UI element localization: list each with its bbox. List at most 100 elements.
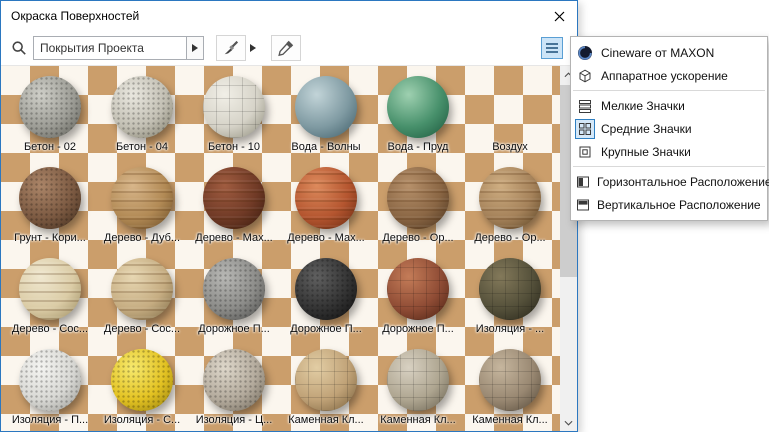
material-sphere (387, 76, 449, 138)
material-sphere (203, 167, 265, 229)
material-sphere (479, 258, 541, 320)
menu-item-medium-icons[interactable]: Средние Значки (571, 117, 767, 140)
material-label: Бетон - 02 (23, 141, 77, 153)
material-item[interactable]: Дерево - Дуб... (96, 163, 188, 254)
material-label: Каменная Кл... (288, 414, 364, 426)
brush-dropdown-button[interactable] (247, 36, 259, 60)
material-item[interactable]: Грунт - Кори... (4, 163, 96, 254)
material-item[interactable]: Бетон - 02 (4, 72, 96, 163)
material-sphere (387, 258, 449, 320)
material-label: Дорожное П... (382, 323, 454, 335)
material-sphere (295, 258, 357, 320)
scroll-down-button[interactable] (560, 414, 577, 431)
small-icons-icon (575, 96, 595, 116)
material-label: Вода - Волны (291, 141, 361, 153)
material-label: Каменная Кл... (380, 414, 456, 426)
material-label: Каменная Кл... (472, 414, 548, 426)
material-sphere (479, 349, 541, 411)
menu-item-cineware[interactable]: Cineware от MAXON (571, 41, 767, 64)
material-label: Дерево - Ор... (474, 232, 546, 244)
material-item[interactable]: Изоляция - П... (4, 345, 96, 431)
menu-item-large-icons[interactable]: Крупные Значки (571, 140, 767, 163)
material-item[interactable]: Дерево - Ор... (464, 163, 556, 254)
menu-item-label: Cineware от MAXON (601, 45, 715, 60)
combo-dropdown-button[interactable] (186, 37, 203, 59)
material-item[interactable]: Изоляция - ... (464, 254, 556, 345)
material-label: Изоляция - Ц... (195, 414, 273, 426)
material-sphere (295, 76, 357, 138)
hardware-acceleration-icon (575, 66, 595, 86)
menu-item-hardware-acceleration[interactable]: Аппаратное ускорение (571, 64, 767, 87)
settings-menu-button[interactable] (541, 37, 563, 59)
menu-separator (573, 166, 765, 167)
large-icons-icon (575, 142, 595, 162)
horizontal-layout-icon (575, 172, 591, 192)
context-menu: Cineware от MAXON Аппаратное ускорение Мел… (570, 36, 769, 221)
material-label: Дерево - Ор... (382, 232, 454, 244)
material-item[interactable]: Дерево - Сос... (4, 254, 96, 345)
material-item[interactable]: Дерево - Ор... (372, 163, 464, 254)
material-sphere (387, 167, 449, 229)
material-sphere (387, 349, 449, 411)
cineware-icon (575, 43, 595, 63)
menu-item-label: Крупные Значки (601, 144, 691, 159)
paint-brush-button[interactable] (216, 35, 246, 61)
material-sphere (479, 76, 541, 138)
material-label: Изоляция - П... (11, 414, 89, 426)
material-sphere (19, 258, 81, 320)
material-sphere (479, 167, 541, 229)
material-item[interactable]: Изоляция - Ц... (188, 345, 280, 431)
material-sphere (111, 349, 173, 411)
material-sphere (203, 258, 265, 320)
right-triangle-icon (250, 44, 256, 52)
material-sphere (111, 258, 173, 320)
material-label: Бетон - 04 (115, 141, 169, 153)
material-item[interactable]: Дорожное П... (188, 254, 280, 345)
material-item[interactable]: Воздух (464, 72, 556, 163)
menu-separator (573, 90, 765, 91)
material-item[interactable]: Вода - Пруд (372, 72, 464, 163)
eyedropper-button[interactable] (271, 35, 301, 61)
material-sphere (19, 167, 81, 229)
material-sphere (203, 349, 265, 411)
material-label: Дерево - Мах... (287, 232, 365, 244)
search-input[interactable] (34, 37, 186, 59)
material-item[interactable]: Дорожное П... (280, 254, 372, 345)
material-item[interactable]: Каменная Кл... (280, 345, 372, 431)
material-item[interactable]: Бетон - 04 (96, 72, 188, 163)
material-item[interactable]: Изоляция - С... (96, 345, 188, 431)
menu-item-small-icons[interactable]: Мелкие Значки (571, 94, 767, 117)
materials-grid: Бетон - 02 Бетон - 04 Бетон - 10 Вода - Вол… (1, 66, 560, 431)
material-item[interactable]: Каменная Кл... (464, 345, 556, 431)
material-item[interactable]: Вода - Волны (280, 72, 372, 163)
material-label: Дерево - Сос... (103, 323, 181, 335)
material-sphere (295, 167, 357, 229)
content-area: Бетон - 02 Бетон - 04 Бетон - 10 Вода - Вол… (1, 65, 577, 431)
vertical-layout-icon (575, 195, 591, 215)
close-button[interactable] (541, 1, 577, 31)
material-label: Изоляция - ... (475, 323, 545, 335)
menu-lines-icon (546, 43, 558, 53)
page-title: Окраска Поверхностей (11, 9, 140, 23)
material-label: Воздух (492, 141, 528, 153)
material-item[interactable]: Каменная Кл... (372, 345, 464, 431)
menu-item-vertical-layout[interactable]: Вертикальное Расположение (571, 193, 767, 216)
material-item[interactable]: Бетон - 10 (188, 72, 280, 163)
eyedropper-icon (277, 39, 295, 57)
material-item[interactable]: Дорожное П... (372, 254, 464, 345)
material-label: Грунт - Кори... (14, 232, 86, 244)
menu-item-horizontal-layout[interactable]: Горизонтальное Расположение (571, 170, 769, 193)
material-sphere (203, 76, 265, 138)
search-icon (9, 38, 29, 58)
menu-item-label: Средние Значки (601, 121, 692, 136)
chevron-down-icon (564, 420, 573, 426)
material-label: Дорожное П... (198, 323, 270, 335)
material-item[interactable]: Дерево - Мах... (280, 163, 372, 254)
material-sphere (111, 76, 173, 138)
material-sphere (295, 349, 357, 411)
menu-item-label: Вертикальное Расположение (597, 197, 761, 212)
surface-paint-dialog: Окраска Поверхностей Покрытия Проекта Бе… (0, 0, 578, 432)
material-item[interactable]: Дерево - Мах... (188, 163, 280, 254)
menu-item-label: Мелкие Значки (601, 98, 685, 113)
material-item[interactable]: Дерево - Сос... (96, 254, 188, 345)
